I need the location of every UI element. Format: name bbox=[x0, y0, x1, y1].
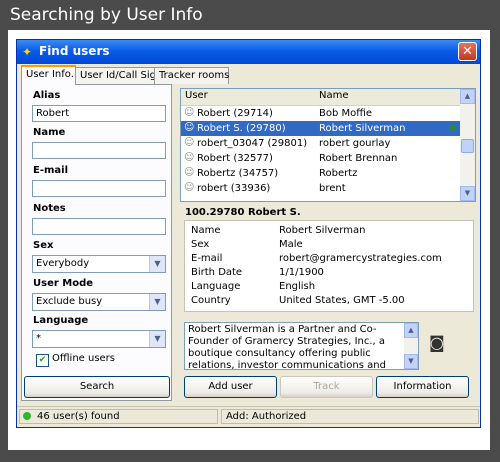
language-select[interactable]: * ▼ bbox=[32, 330, 166, 348]
find-users-window: ✦ Find users ✕ User Info. User Id/Call S… bbox=[16, 39, 481, 428]
detail-row: Sex Male bbox=[191, 239, 303, 250]
email-label: E-mail bbox=[33, 165, 69, 176]
offline-users-checkbox[interactable]: ✔ bbox=[36, 354, 49, 367]
notes-input[interactable] bbox=[32, 218, 166, 235]
alias-label: Alias bbox=[33, 90, 61, 101]
sex-label: Sex bbox=[33, 240, 54, 251]
status-bar: 46 user(s) found Add: Authorized bbox=[17, 406, 480, 427]
webcam-icon[interactable]: ◙ bbox=[429, 333, 445, 352]
user-icon: ☺ bbox=[184, 152, 195, 163]
details-header: 100.29780 Robert S. bbox=[185, 207, 301, 218]
user-mode-label: User Mode bbox=[33, 278, 94, 289]
title-bar[interactable]: ✦ Find users ✕ bbox=[17, 40, 480, 64]
sex-select-value: Everybody bbox=[36, 258, 90, 269]
user-icon: ☺ bbox=[184, 182, 195, 193]
detail-row: Country United States, GMT -5.00 bbox=[191, 295, 405, 306]
column-user[interactable]: User bbox=[185, 90, 208, 101]
scroll-down-icon[interactable]: ▼ bbox=[404, 354, 418, 369]
sex-select[interactable]: Everybody ▼ bbox=[32, 255, 166, 273]
detail-row: Language English bbox=[191, 281, 316, 292]
user-icon: ☺ bbox=[184, 167, 195, 178]
detail-row: Name Robert Silverman bbox=[191, 225, 366, 236]
user-icon: ☺ bbox=[184, 122, 195, 133]
tab-user-info[interactable]: User Info. bbox=[21, 65, 76, 85]
scroll-down-icon[interactable]: ▼ bbox=[460, 186, 475, 201]
list-item[interactable]: ☺ robert_03047 (29801) robert gourlay bbox=[181, 136, 460, 151]
name-label: Name bbox=[33, 127, 66, 138]
notes-label: Notes bbox=[33, 203, 66, 214]
bio-content: Robert Silverman is a Partner and Co-Fou… bbox=[188, 324, 386, 370]
alias-input[interactable]: Robert bbox=[32, 105, 166, 122]
offline-users-label: Offline users bbox=[52, 353, 116, 364]
user-details: Name Robert Silverman Sex Male E-mail rober… bbox=[184, 220, 474, 312]
scroll-up-icon[interactable]: ▲ bbox=[404, 323, 418, 338]
column-name[interactable]: Name bbox=[319, 90, 349, 101]
list-item-selected[interactable]: ☺ Robert S. (29780) Robert Silverman ✱ bbox=[181, 121, 460, 136]
status-found: 46 user(s) found bbox=[19, 409, 218, 424]
chevron-down-icon[interactable]: ▼ bbox=[149, 256, 165, 272]
chevron-down-icon[interactable]: ▼ bbox=[149, 294, 165, 310]
results-header: User Name bbox=[181, 89, 460, 106]
tab-tracker-rooms[interactable]: Tracker rooms bbox=[154, 67, 229, 84]
detail-row: E-mail robert@gramercystrategies.com bbox=[191, 253, 442, 264]
page-title: Searching by User Info bbox=[10, 5, 203, 25]
close-button[interactable]: ✕ bbox=[458, 42, 477, 61]
list-item[interactable]: ☺ Robert (29714) Bob Moffie bbox=[181, 106, 460, 121]
list-item[interactable]: ☺ Robertz (34757) Robertz bbox=[181, 166, 460, 181]
scroll-thumb[interactable] bbox=[461, 139, 474, 153]
bio-text[interactable]: Robert Silverman is a Partner and Co-Fou… bbox=[184, 322, 419, 370]
language-label: Language bbox=[33, 315, 89, 326]
results-list[interactable]: User Name ☺ Robert (29714) Bob Moffie ☺ … bbox=[180, 88, 476, 202]
window-title: Find users bbox=[39, 44, 110, 58]
user-icon: ☺ bbox=[184, 107, 195, 118]
bio-scrollbar[interactable]: ▲ ▼ bbox=[404, 323, 418, 369]
chevron-down-icon[interactable]: ▼ bbox=[149, 331, 165, 347]
find-users-icon: ✦ bbox=[22, 45, 33, 59]
language-select-value: * bbox=[36, 333, 41, 344]
list-item[interactable]: ☺ Robert (32577) Robert Brennan bbox=[181, 151, 460, 166]
list-item[interactable]: ☺ robert (33936) brent bbox=[181, 181, 460, 196]
webcam-status-icon: ✱ bbox=[448, 123, 457, 134]
user-icon: ☺ bbox=[184, 137, 195, 148]
information-button[interactable]: Information bbox=[376, 376, 469, 398]
add-user-button[interactable]: Add user bbox=[184, 376, 277, 398]
search-button[interactable]: Search bbox=[24, 376, 170, 398]
user-mode-select[interactable]: Exclude busy ▼ bbox=[32, 293, 166, 311]
track-button[interactable]: Track bbox=[280, 376, 373, 398]
status-add: Add: Authorized bbox=[221, 409, 479, 424]
name-input[interactable] bbox=[32, 142, 166, 159]
email-input[interactable] bbox=[32, 180, 166, 197]
user-mode-select-value: Exclude busy bbox=[36, 296, 103, 307]
tab-user-id-call-sign[interactable]: User Id/Call Sign bbox=[75, 67, 162, 84]
results-scrollbar[interactable]: ▲ ▼ bbox=[460, 89, 475, 201]
status-indicator-icon bbox=[23, 412, 31, 420]
scroll-up-icon[interactable]: ▲ bbox=[460, 89, 475, 104]
user-info-panel: Alias Robert Name E-mail Notes Sex Every… bbox=[21, 84, 172, 401]
detail-row: Birth Date 1/1/1900 bbox=[191, 267, 324, 278]
